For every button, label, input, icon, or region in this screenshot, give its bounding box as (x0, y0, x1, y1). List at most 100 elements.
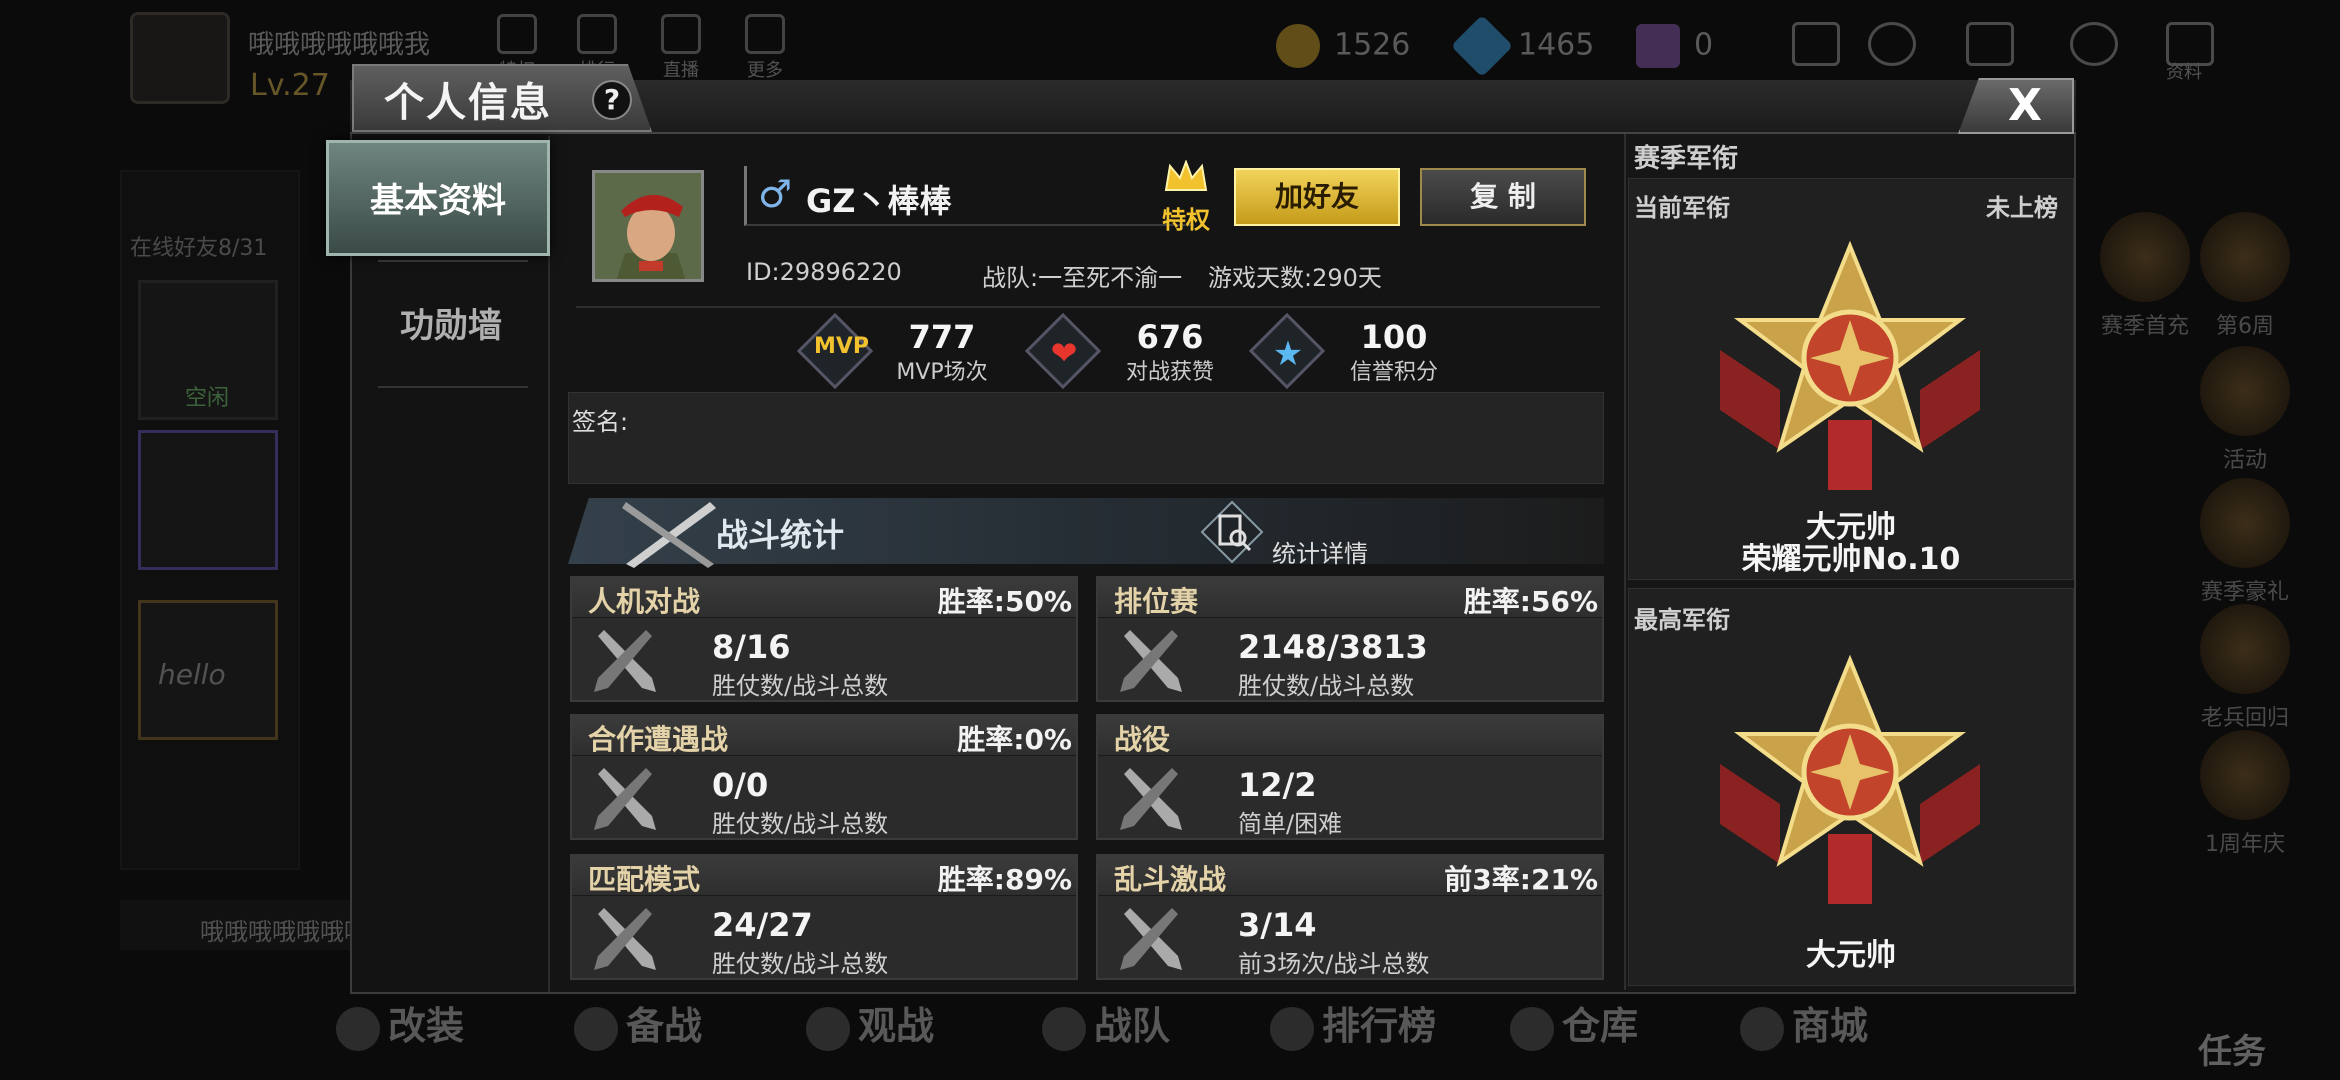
unranked-label: 未上榜 (1986, 194, 2058, 222)
crossed-swords-icon (1120, 630, 1182, 692)
mode-name: 乱斗激战 (1114, 863, 1227, 896)
player-id: ID:29896220 (746, 258, 902, 286)
task-button[interactable]: 任务 (2198, 1024, 2266, 1073)
dialog-title: 个人信息 (384, 80, 552, 126)
stats-detail-icon[interactable] (1200, 500, 1264, 564)
friends-icon[interactable] (1868, 22, 1916, 66)
warehouse-icon (1510, 1006, 1554, 1051)
online-friends: 在线好友8/31 (130, 236, 268, 261)
bottom-nav-modify[interactable]: 改装 (336, 995, 464, 1051)
player-level: Lv.27 (250, 68, 330, 103)
highest-rank-name: 大元帅 (1806, 938, 1896, 973)
mode-card-match[interactable]: 匹配模式 胜率:89% 24/27 胜仗数/战斗总数 (570, 854, 1078, 980)
stats-detail-link[interactable]: 统计详情 (1272, 534, 1368, 569)
mode-name: 合作遭遇战 (588, 723, 729, 756)
ticket-icon (1636, 24, 1680, 68)
mode-name: 战役 (1114, 723, 1171, 756)
mode-name: 排位赛 (1114, 585, 1199, 618)
side-veteran[interactable]: 老兵回归 (2180, 604, 2310, 732)
record-value: 2148/3813 (1238, 628, 1428, 666)
star-icon (806, 1006, 850, 1051)
bottom-nav-leaderboard[interactable]: 排行榜 (1270, 995, 1436, 1051)
side-anniversary[interactable]: 1周年庆 (2180, 730, 2310, 858)
tab-merit-wall[interactable]: 功勋墙 (352, 268, 550, 384)
star-badge-icon (2200, 212, 2290, 302)
mode-card-pve[interactable]: 人机对战 胜率:50% 8/16 胜仗数/战斗总数 (570, 576, 1078, 702)
bottom-nav-shop[interactable]: 商城 (1740, 995, 1868, 1051)
season-badge-icon (2100, 212, 2190, 302)
side-week[interactable]: 第6周 (2180, 212, 2310, 340)
mode-card-brawl[interactable]: 乱斗激战 前3率:21% 3/14 前3场次/战斗总数 (1096, 854, 1604, 980)
record-value: 3/14 (1238, 906, 1317, 944)
activity-icon (2200, 346, 2290, 436)
mail-icon[interactable] (1966, 22, 2014, 66)
grid-icon (745, 14, 785, 54)
player-name-top: 哦哦哦哦哦哦我 (248, 30, 431, 60)
mvp-count: 777 (908, 318, 976, 356)
nav-more[interactable]: 更多 (730, 14, 800, 82)
bottom-nav-warehouse[interactable]: 仓库 (1510, 995, 1638, 1051)
current-rank-label: 当前军衔 (1634, 194, 1730, 222)
shield-icon (1042, 1006, 1086, 1051)
trophy-icon (2200, 730, 2290, 820)
mvp-label: MVP场次 (896, 360, 988, 385)
side-activity[interactable]: 活动 (2180, 346, 2310, 474)
crossed-swords-icon (1120, 908, 1182, 970)
tab-basic-info[interactable]: 基本资料 (326, 140, 550, 256)
hello-text: hello (158, 658, 226, 691)
mode-card-ranked[interactable]: 排位赛 胜率:56% 2148/3813 胜仗数/战斗总数 (1096, 576, 1604, 702)
record-caption: 胜仗数/战斗总数 (712, 672, 889, 700)
crossed-rifles-icon (622, 502, 716, 568)
record-caption: 前3场次/战斗总数 (1238, 950, 1430, 978)
record-value: 24/27 (712, 906, 813, 944)
player-avatar[interactable] (130, 12, 230, 104)
coin-icon (1276, 24, 1320, 68)
male-icon: ♂ (758, 172, 793, 216)
mode-card-campaign[interactable]: 战役 12/2 简单/困难 (1096, 714, 1604, 840)
record-value: 8/16 (712, 628, 791, 666)
likes-label: 对战获赞 (1125, 360, 1214, 385)
crown-icon (577, 14, 617, 54)
play-days: 游戏天数:290天 (1208, 264, 1382, 292)
shop-icon (1740, 1006, 1784, 1051)
current-rank-subtitle: 荣耀元帅No.10 (1741, 542, 1961, 577)
play-icon (661, 14, 701, 54)
card-header (1098, 716, 1602, 756)
help-button[interactable]: ? (592, 80, 632, 120)
wrench-icon (336, 1006, 380, 1051)
home-icon (497, 14, 537, 54)
signature-label: 签名: (572, 408, 629, 436)
side-season-gift[interactable]: 赛季豪礼 (2180, 478, 2310, 606)
copy-button[interactable]: 复 制 (1420, 168, 1586, 226)
bottom-nav-team[interactable]: 战队 (1042, 995, 1170, 1051)
veteran-icon (2200, 604, 2290, 694)
top3-rate: 前3率:21% (1444, 863, 1598, 896)
mode-card-coop[interactable]: 合作遭遇战 胜率:0% 0/0 胜仗数/战斗总数 (570, 714, 1078, 840)
season-rank-title: 赛季军衔 (1634, 144, 1739, 174)
gear-icon[interactable] (2070, 22, 2118, 66)
win-rate: 胜率:56% (1463, 585, 1598, 618)
marshal-medal-icon[interactable] (1700, 654, 2000, 914)
gift-badge-icon (2200, 478, 2290, 568)
mode-name: 人机对战 (588, 585, 701, 618)
nav-live[interactable]: 直播 (646, 14, 716, 82)
mode-name: 匹配模式 (588, 863, 701, 896)
plus-icon[interactable] (1792, 22, 1840, 66)
battle-stats-title: 战斗统计 (716, 516, 845, 554)
privilege-label[interactable]: 特权 (1162, 200, 1210, 235)
bottom-nav-watch[interactable]: 观战 (806, 995, 934, 1051)
credit-label: 信誉积分 (1349, 360, 1438, 385)
record-caption: 胜仗数/战斗总数 (712, 950, 889, 978)
player-portrait[interactable] (592, 170, 704, 282)
signature-box[interactable] (568, 392, 1604, 484)
mvp-icon: MVP (814, 334, 870, 359)
record-caption: 简单/困难 (1238, 810, 1343, 838)
bottom-nav-prepare[interactable]: 备战 (574, 995, 702, 1051)
tab-divider (378, 260, 528, 262)
marshal-medal-icon[interactable] (1700, 240, 2000, 500)
add-friend-button[interactable]: 加好友 (1234, 168, 1400, 226)
ticket-counter: 0 (1636, 24, 1713, 68)
friend-card[interactable] (138, 430, 278, 570)
diamond-counter: 1465 (1450, 14, 1594, 78)
trophy-icon (1270, 1006, 1314, 1051)
